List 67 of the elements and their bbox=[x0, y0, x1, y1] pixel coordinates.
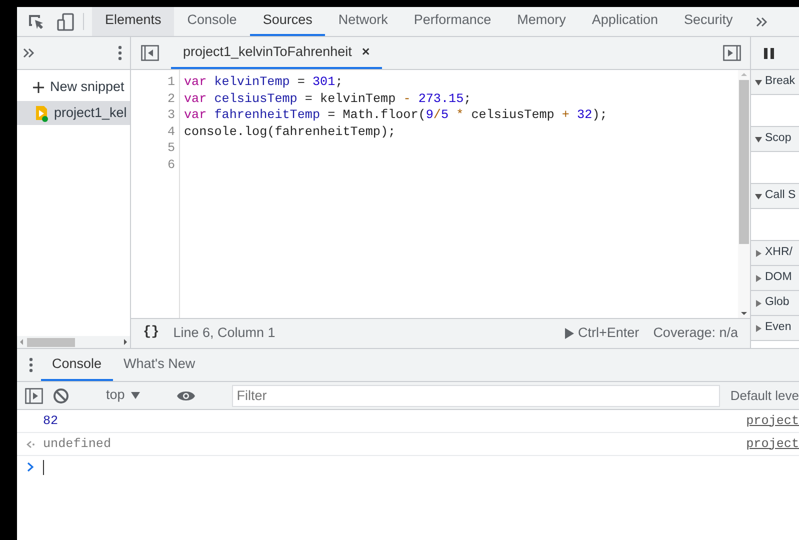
expanded-triangle-icon bbox=[755, 136, 762, 142]
debugger-section-header[interactable]: XHR/ bbox=[751, 241, 799, 266]
log-levels-dropdown[interactable]: Default leve bbox=[730, 386, 799, 406]
log-value: 82 bbox=[43, 412, 58, 430]
source-link[interactable]: project bbox=[746, 434, 799, 454]
debugger-section-header[interactable]: Call S bbox=[751, 184, 799, 209]
toggle-navigator-icon[interactable] bbox=[141, 45, 159, 61]
panel-tab[interactable]: Security bbox=[670, 7, 746, 36]
code-line: var fahrenheitTemp = Math.floor(9/5 * celsiusTemp + 32); bbox=[184, 107, 608, 124]
pause-icon[interactable] bbox=[764, 48, 774, 58]
panel-tab[interactable]: Performance bbox=[400, 7, 504, 36]
expanded-triangle-icon bbox=[755, 78, 762, 86]
cursor-position: Line 6, Column 1 bbox=[173, 324, 276, 342]
eye-icon[interactable] bbox=[176, 390, 195, 402]
code-line: console.log(fahrenheitTemp); bbox=[184, 124, 397, 140]
snippet-item[interactable]: project1_kel bbox=[17, 101, 130, 126]
line-number: 5 bbox=[166, 140, 175, 156]
line-number: 2 bbox=[166, 90, 175, 107]
source-link[interactable]: project bbox=[746, 412, 799, 430]
pretty-print-button[interactable]: {} bbox=[143, 323, 160, 344]
line-number: 6 bbox=[166, 156, 175, 173]
line-number: 1 bbox=[166, 74, 175, 90]
close-tab-button[interactable]: × bbox=[362, 42, 370, 62]
play-icon bbox=[565, 328, 574, 339]
caret-icon bbox=[130, 392, 140, 399]
collapsed-triangle-icon bbox=[755, 324, 762, 332]
more-menu-icon[interactable] bbox=[118, 45, 122, 61]
result-value: undefined bbox=[43, 436, 112, 453]
toggle-debugger-icon[interactable] bbox=[723, 45, 741, 61]
panel-tab[interactable]: Memory bbox=[504, 7, 579, 36]
collapsed-triangle-icon bbox=[755, 300, 762, 306]
prompt-chevron-icon bbox=[26, 462, 34, 472]
debugger-section-header[interactable]: Scop bbox=[751, 127, 799, 152]
panel-tab[interactable]: Application bbox=[578, 7, 671, 36]
toggle-sidebar-icon[interactable] bbox=[25, 388, 43, 404]
drawer-tab[interactable]: What's New bbox=[112, 349, 206, 381]
code-line: var celsiusTemp = kelvinTemp - 273.15; bbox=[184, 90, 472, 107]
collapsed-triangle-icon bbox=[755, 274, 762, 282]
coverage-status: Coverage: n/a bbox=[653, 324, 738, 342]
code-line: var kelvinTemp = 301; bbox=[184, 74, 344, 90]
expanded-triangle-icon bbox=[755, 192, 762, 200]
panel-tab[interactable]: Elements bbox=[92, 7, 174, 36]
line-number: 4 bbox=[166, 124, 175, 140]
run-snippet-button[interactable]: Ctrl+Enter bbox=[565, 323, 640, 344]
debugger-section-header[interactable]: DOM bbox=[751, 266, 799, 291]
plus-icon bbox=[33, 82, 44, 93]
debugger-section-header[interactable]: Break bbox=[751, 70, 799, 95]
horizontal-scrollbar[interactable] bbox=[17, 336, 130, 348]
drawer-menu-icon[interactable] bbox=[29, 357, 33, 373]
clear-console-icon[interactable] bbox=[53, 388, 69, 404]
panel-tab[interactable]: Console bbox=[174, 7, 250, 36]
device-toolbar-icon[interactable] bbox=[57, 12, 75, 30]
vertical-scrollbar[interactable] bbox=[738, 70, 750, 318]
context-selector[interactable]: top bbox=[106, 385, 140, 406]
panel-tab[interactable]: Network bbox=[325, 7, 401, 36]
more-tabs-icon[interactable] bbox=[23, 47, 35, 59]
result-arrow-icon bbox=[26, 440, 34, 448]
filter-field[interactable]: Filter bbox=[232, 384, 720, 406]
debugger-section-header[interactable]: Even bbox=[751, 316, 799, 341]
collapsed-triangle-icon bbox=[755, 250, 762, 256]
line-number: 3 bbox=[166, 107, 175, 124]
more-tabs-icon[interactable] bbox=[756, 16, 768, 28]
new-snippet-button[interactable]: New snippet bbox=[17, 70, 130, 98]
debugger-section-header[interactable]: Glob bbox=[751, 291, 799, 316]
snippet-file-icon bbox=[35, 104, 48, 122]
text-cursor bbox=[43, 460, 44, 474]
inspect-icon[interactable] bbox=[27, 12, 45, 30]
